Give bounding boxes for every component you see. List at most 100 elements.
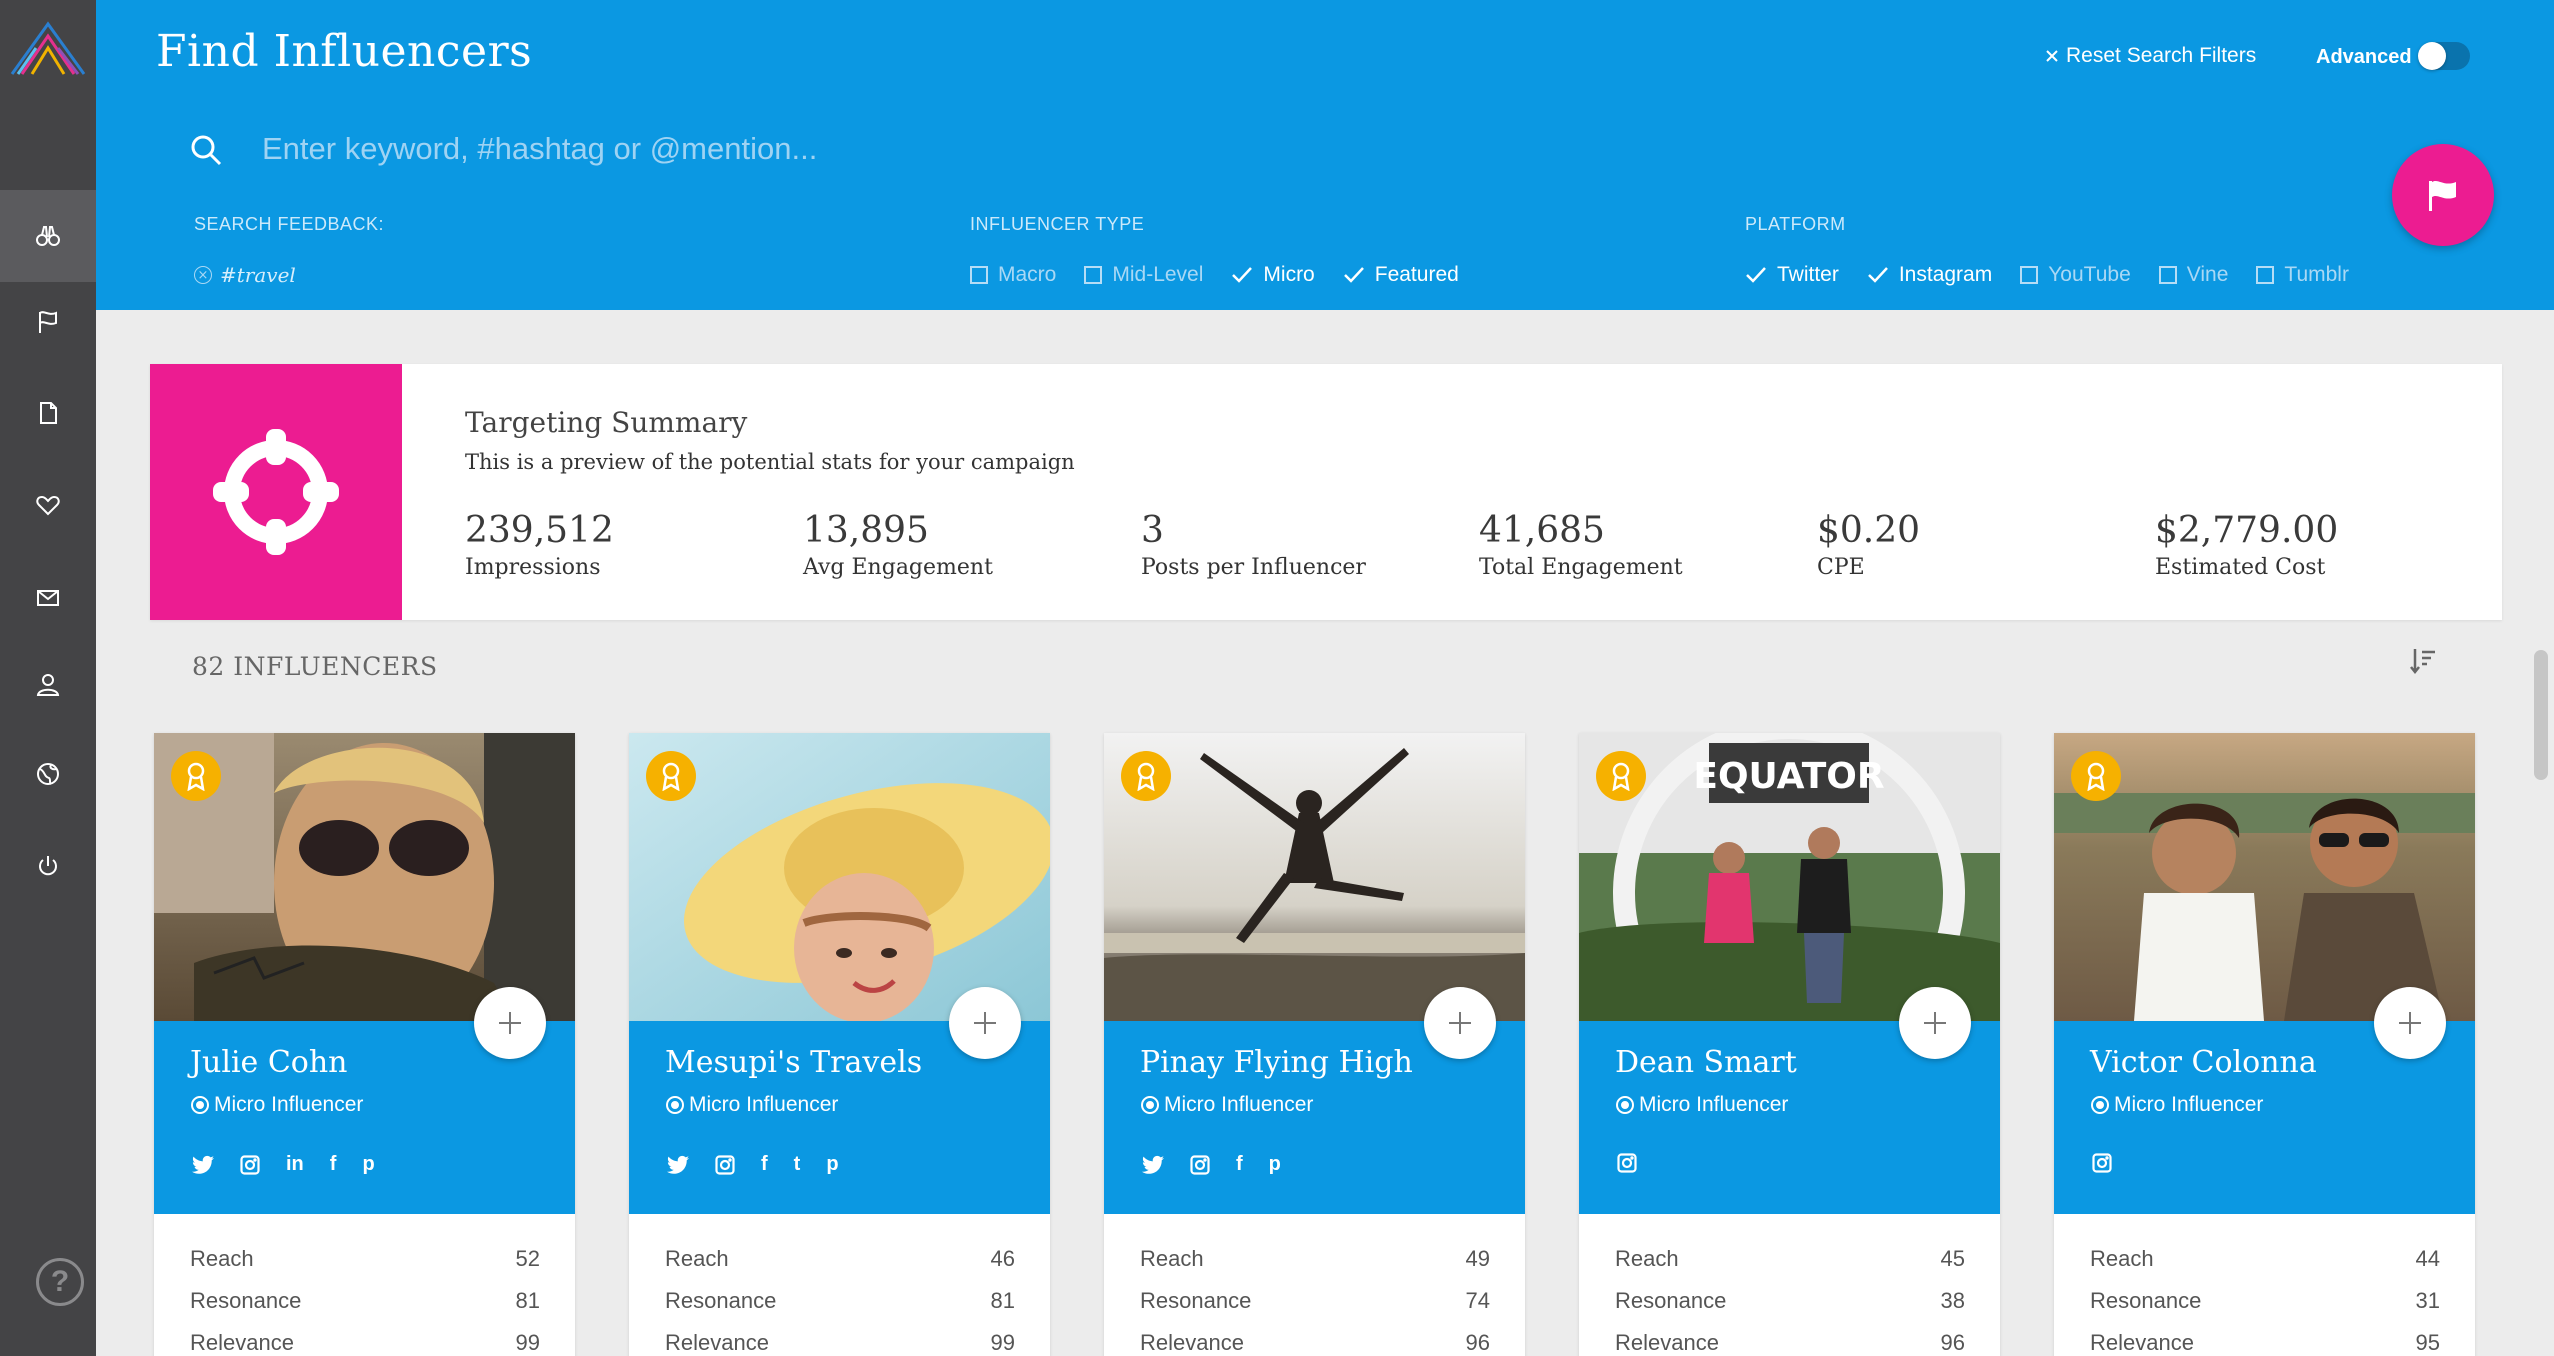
platform-title: PLATFORM	[1745, 214, 1846, 234]
target-icon	[1141, 1096, 1159, 1114]
scrollbar-thumb[interactable]	[2534, 650, 2548, 780]
influencer-card[interactable]: EQUATOR Dean Smart Micro Influencer Reach 45…	[1579, 733, 2000, 1356]
crosshair-icon	[213, 429, 339, 555]
search-input[interactable]	[262, 124, 2162, 174]
pinterest-icon[interactable]: p	[1269, 1153, 1281, 1176]
social-links: ftp	[667, 1153, 839, 1176]
add-influencer-button[interactable]	[1424, 987, 1496, 1059]
plus-icon	[1924, 1012, 1946, 1034]
twitter-icon[interactable]	[667, 1155, 689, 1175]
sidebar-item-profile[interactable]	[0, 638, 96, 730]
metric-reach: Reach 45	[1615, 1238, 1965, 1280]
add-influencer-button[interactable]	[949, 987, 1021, 1059]
instagram-icon[interactable]	[1190, 1154, 1210, 1175]
metric-value: 45	[1940, 1246, 1965, 1271]
platform-option-youtube[interactable]: YouTube	[2020, 263, 2131, 287]
facebook-icon[interactable]: f	[330, 1153, 337, 1176]
search-feedback-title: SEARCH FEEDBACK:	[194, 214, 385, 234]
platform-option-tumblr[interactable]: Tumblr	[2256, 263, 2349, 287]
influencer-metrics: Reach 52 Resonance 81 Relevance 99	[190, 1238, 540, 1356]
influencer-type-option-mid-level[interactable]: Mid-Level	[1084, 263, 1203, 287]
influencer-metrics: Reach 44 Resonance 31 Relevance 95	[2090, 1238, 2440, 1356]
advanced-toggle[interactable]	[2418, 42, 2470, 70]
sidebar-item-documents[interactable]	[0, 367, 96, 459]
pinterest-icon[interactable]: p	[826, 1153, 838, 1176]
metric-value: 74	[1465, 1288, 1490, 1313]
influencer-name[interactable]: Victor Colonna	[2090, 1045, 2317, 1080]
influencer-name[interactable]: Mesupi's Travels	[665, 1045, 922, 1080]
tumblr-icon[interactable]: t	[794, 1153, 801, 1176]
instagram-icon[interactable]	[1617, 1153, 1637, 1173]
metric-relevance: Relevance 96	[1140, 1322, 1490, 1356]
reset-filters-button[interactable]: Reset Search Filters	[2044, 44, 2256, 68]
influencer-type-option-micro[interactable]: Micro	[1231, 263, 1315, 287]
flag-icon	[39, 311, 57, 333]
metric-value: 81	[990, 1288, 1015, 1313]
add-influencer-button[interactable]	[474, 987, 546, 1059]
featured-badge-icon	[2071, 751, 2121, 801]
metric-value: 38	[1940, 1288, 1965, 1313]
option-label: Macro	[998, 263, 1057, 286]
stat-label: Estimated Cost	[2155, 555, 2326, 580]
influencer-type: Micro Influencer	[190, 1093, 363, 1117]
influencer-name[interactable]: Pinay Flying High	[1140, 1045, 1413, 1080]
sidebar-item-messages[interactable]	[0, 552, 96, 644]
close-icon	[2046, 50, 2058, 62]
metric-reach: Reach 46	[665, 1238, 1015, 1280]
influencer-card[interactable]: Mesupi's Travels Micro Influencer f t p Reach…	[629, 733, 1050, 1356]
option-label: Vine	[2186, 263, 2229, 286]
sidebar-item-global[interactable]	[0, 728, 96, 820]
instagram-icon[interactable]	[715, 1154, 735, 1175]
influencer-name[interactable]: Julie Cohn	[190, 1045, 348, 1080]
platform-option-instagram[interactable]: Instagram	[1867, 263, 1992, 287]
sidebar-item-campaigns[interactable]	[0, 276, 96, 368]
influencer-name[interactable]: Dean Smart	[1615, 1045, 1797, 1080]
influencer-card[interactable]: Julie Cohn Micro Influencer in f p Reach 52 Res…	[154, 733, 575, 1356]
sidebar-item-favorites[interactable]	[0, 459, 96, 551]
feedback-tag[interactable]: × #travel	[194, 263, 384, 287]
add-influencer-button[interactable]	[1899, 987, 1971, 1059]
stat-value: 41,685	[1479, 510, 1605, 551]
add-influencer-button[interactable]	[2374, 987, 2446, 1059]
stat-label: Total Engagement	[1479, 555, 1683, 580]
metric-resonance: Resonance 31	[2090, 1280, 2440, 1322]
sidebar-item-discover[interactable]	[0, 190, 96, 282]
power-icon	[39, 856, 57, 876]
influencer-type-label: Micro Influencer	[1164, 1093, 1314, 1116]
help-icon[interactable]: ?	[36, 1258, 84, 1306]
app-logo[interactable]	[0, 0, 96, 96]
influencer-type-option-featured[interactable]: Featured	[1343, 263, 1459, 287]
instagram-icon[interactable]	[2092, 1153, 2112, 1173]
metric-reach: Reach 44	[2090, 1238, 2440, 1280]
metric-resonance: Resonance 74	[1140, 1280, 1490, 1322]
remove-tag-icon[interactable]: ×	[194, 266, 212, 284]
stat-label: Avg Engagement	[803, 555, 993, 580]
pinterest-icon[interactable]: p	[362, 1153, 374, 1176]
metric-value: 96	[1465, 1330, 1490, 1355]
social-links: fp	[1142, 1153, 1281, 1176]
facebook-icon[interactable]: f	[1236, 1153, 1243, 1176]
metric-value: 96	[1940, 1330, 1965, 1355]
influencer-type-label: Micro Influencer	[1639, 1093, 1789, 1116]
linkedin-icon[interactable]: in	[286, 1153, 304, 1176]
influencer-metrics: Reach 46 Resonance 81 Relevance 99	[665, 1238, 1015, 1356]
platform-option-vine[interactable]: Vine	[2158, 263, 2229, 287]
sort-icon[interactable]	[2408, 646, 2438, 681]
instagram-icon[interactable]	[240, 1154, 260, 1175]
target-icon	[191, 1096, 209, 1114]
metric-value: 49	[1465, 1246, 1490, 1271]
twitter-icon[interactable]	[192, 1155, 214, 1175]
influencer-type-option-macro[interactable]: Macro	[970, 263, 1056, 287]
platform-group: PLATFORM Twitter Instagram YouTube Vine Tumb…	[1745, 214, 2349, 287]
influencer-card[interactable]: Pinay Flying High Micro Influencer f p Reach…	[1104, 733, 1525, 1356]
influencer-card[interactable]: Victor Colonna Micro Influencer Reach 44 Res…	[2054, 733, 2475, 1356]
facebook-icon[interactable]: f	[761, 1153, 768, 1176]
stat-impressions: 239,512 Impressions	[465, 510, 614, 580]
targeting-summary: Targeting Summary This is a preview of t…	[150, 364, 2502, 620]
campaign-flag-button[interactable]	[2392, 144, 2494, 246]
sidebar-item-logout[interactable]	[0, 820, 96, 912]
platform-option-twitter[interactable]: Twitter	[1745, 263, 1839, 287]
document-icon	[40, 402, 57, 424]
metric-label: Relevance	[1140, 1330, 1244, 1355]
twitter-icon[interactable]	[1142, 1155, 1164, 1175]
